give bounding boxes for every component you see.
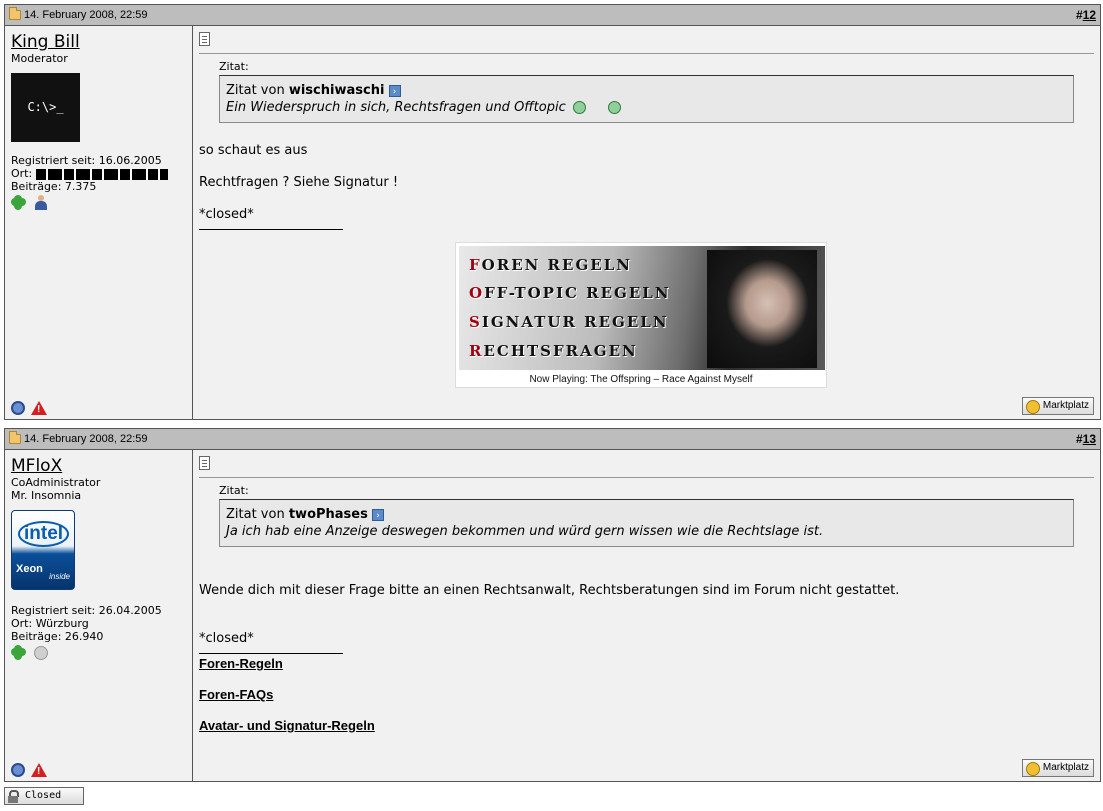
message: Zitat: Zitat von twoPhases › Ja ich hab … xyxy=(193,450,1100,782)
foren-faqs-link[interactable]: Foren-FAQs xyxy=(199,687,1094,702)
smiley-icon xyxy=(608,101,622,114)
view-post-arrow-icon[interactable]: › xyxy=(388,84,401,97)
post-date: 14. February 2008, 22:59 xyxy=(24,433,148,445)
quote-text: Ja ich hab eine Anzeige deswegen bekomme… xyxy=(226,524,824,539)
user-location: Ort: Würzburg xyxy=(11,617,89,630)
avatar-inside: inside xyxy=(49,572,70,581)
person-icon xyxy=(34,195,48,210)
post-count: Beiträge: 7.375 xyxy=(11,180,97,193)
mouse-icon xyxy=(33,646,48,660)
foren-regeln-link[interactable]: Foren-Regeln xyxy=(199,656,1094,671)
user-info: MFloX CoAdministrator Mr. Insomnia intel… xyxy=(5,450,193,782)
divider xyxy=(199,53,1094,54)
smiley-icon xyxy=(572,101,586,114)
username-link[interactable]: MFloX xyxy=(11,456,62,476)
folder-icon xyxy=(9,431,21,444)
location-label: Ort: xyxy=(11,167,33,180)
signature-divider xyxy=(199,229,343,230)
message-paragraph: *closed* xyxy=(199,207,254,222)
folder-icon xyxy=(9,7,21,20)
post-13: 14. February 2008, 22:59 #13 MFloX CoAdm… xyxy=(4,428,1101,782)
report-icon[interactable] xyxy=(31,401,47,416)
username-link[interactable]: King Bill xyxy=(11,32,80,52)
banner-initial: S xyxy=(469,313,482,331)
registered-date: Registriert seit: 26.04.2005 xyxy=(11,604,162,617)
closed-button[interactable]: Closed xyxy=(4,787,84,805)
lock-icon xyxy=(8,790,19,803)
quote-text: Ein Wiederspruch in sich, Rechtsfragen u… xyxy=(226,100,566,115)
post-number-link[interactable]: 13 xyxy=(1083,432,1096,446)
banner-line: RECHTSFRAGEN xyxy=(469,342,638,360)
online-status-icon[interactable] xyxy=(11,763,25,777)
signature-banner: FOREN REGELN OFF-TOPIC REGELN SIGNATUR R… xyxy=(455,242,827,388)
post-header: 14. February 2008, 22:59 #12 xyxy=(5,5,1100,26)
marketplace-button[interactable]: Marktplatz xyxy=(1021,397,1094,415)
avatar-signatur-regeln-link[interactable]: Avatar- und Signatur-Regeln xyxy=(199,718,1094,733)
avatar: intel Xeon inside xyxy=(11,510,75,590)
quote-from-prefix: Zitat von xyxy=(226,507,285,522)
quote-author: wischiwaschi xyxy=(288,83,385,98)
quote-box: Zitat von wischiwaschi › Ein Wiederspruc… xyxy=(219,75,1074,123)
view-post-arrow-icon[interactable]: › xyxy=(372,508,384,521)
closed-label: Closed xyxy=(25,790,62,801)
post-icon xyxy=(199,32,210,46)
signature-figure xyxy=(707,250,817,368)
user-title: CoAdministrator xyxy=(11,476,101,489)
clover-icon xyxy=(11,645,26,660)
message-paragraph: Wende dich mit dieser Frage bitte an ein… xyxy=(199,583,900,598)
banner-line: OFF-TOPIC REGELN xyxy=(469,284,671,302)
post-number-link[interactable]: 12 xyxy=(1083,8,1096,22)
quote-from-prefix: Zitat von xyxy=(226,83,285,98)
quote-label: Zitat: xyxy=(219,484,249,497)
post-header: 14. February 2008, 22:59 #13 xyxy=(5,429,1100,450)
message-paragraph: Rechtfragen ? Siehe Signatur ! xyxy=(199,175,399,190)
banner-initial: F xyxy=(469,256,482,274)
message-paragraph: *closed* xyxy=(199,631,254,646)
user-subtitle: Mr. Insomnia xyxy=(11,489,82,502)
signature-image: FOREN REGELN OFF-TOPIC REGELN SIGNATUR R… xyxy=(459,246,825,370)
avatar-brand: intel xyxy=(18,521,70,547)
avatar-model: Xeon xyxy=(16,563,43,575)
marketplace-button[interactable]: Marktplatz xyxy=(1021,759,1094,777)
post-date: 14. February 2008, 22:59 xyxy=(24,9,148,21)
user-info: King Bill Moderator C:\>_ Registriert se… xyxy=(5,26,193,420)
post-number-prefix: # xyxy=(1075,8,1083,22)
online-status-icon[interactable] xyxy=(11,401,25,415)
message-paragraph: so schaut es aus xyxy=(199,143,308,158)
avatar: C:\>_ xyxy=(11,73,80,142)
banner-line: FOREN REGELN xyxy=(469,256,632,274)
banner-line: SIGNATUR REGELN xyxy=(469,313,669,331)
post-12: 14. February 2008, 22:59 #12 King Bill M… xyxy=(4,4,1101,420)
post-count: Beiträge: 26.940 xyxy=(11,630,104,643)
user-location: Ort: xyxy=(11,167,186,180)
signature-divider xyxy=(199,653,343,654)
avatar-text: C:\>_ xyxy=(27,100,64,114)
censored-location xyxy=(35,168,168,180)
quote-box: Zitat von twoPhases › Ja ich hab eine An… xyxy=(219,499,1074,547)
divider xyxy=(199,477,1094,478)
registered-date: Registriert seit: 16.06.2005 xyxy=(11,154,162,167)
clover-icon xyxy=(11,195,26,210)
message: Zitat: Zitat von wischiwaschi › Ein Wied… xyxy=(193,26,1100,420)
quote-label: Zitat: xyxy=(219,60,249,73)
post-icon xyxy=(199,456,210,470)
now-playing-caption: Now Playing: The Offspring – Race Agains… xyxy=(529,374,753,385)
user-title: Moderator xyxy=(11,52,68,65)
banner-initial: O xyxy=(469,284,485,302)
quote-author: twoPhases xyxy=(288,507,368,522)
banner-initial: R xyxy=(469,342,484,360)
post-number-prefix: # xyxy=(1075,432,1083,446)
report-icon[interactable] xyxy=(31,763,47,778)
